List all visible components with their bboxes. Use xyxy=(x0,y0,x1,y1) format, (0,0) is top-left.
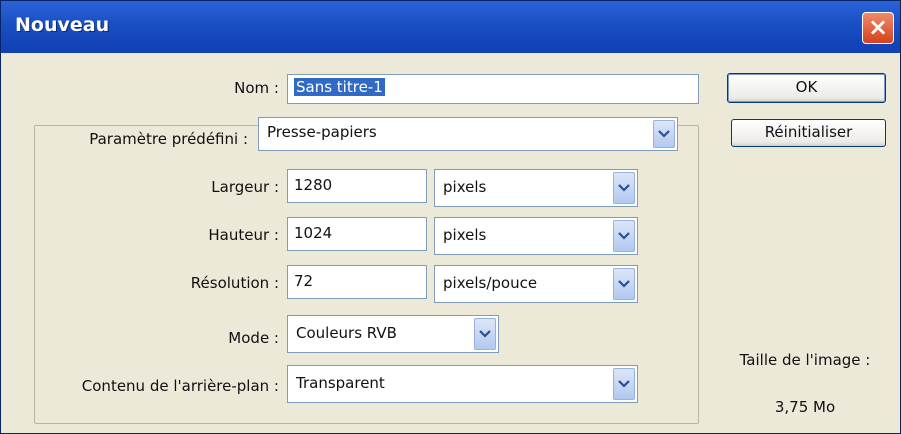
height-unit-value: pixels xyxy=(443,226,487,244)
background-value: Transparent xyxy=(296,374,385,392)
resolution-unit-value: pixels/pouce xyxy=(443,274,538,292)
name-input[interactable]: Sans titre-1 xyxy=(287,74,699,104)
ok-button-label: OK xyxy=(795,78,818,96)
resolution-label: Résolution : xyxy=(190,274,279,292)
chevron-down-icon[interactable] xyxy=(474,318,496,350)
reset-button-label: Réinitialiser xyxy=(764,123,853,141)
name-value: Sans titre-1 xyxy=(294,78,385,96)
name-label: Nom : xyxy=(234,79,279,97)
width-input[interactable]: 1280 xyxy=(287,169,427,203)
resolution-input[interactable]: 72 xyxy=(287,265,427,299)
height-input[interactable]: 1024 xyxy=(287,217,427,251)
height-unit-select[interactable]: pixels xyxy=(434,217,638,255)
dialog-title: Nouveau xyxy=(15,14,110,36)
preset-label: Paramètre prédéfini : xyxy=(65,130,251,148)
width-label: Largeur : xyxy=(211,178,279,196)
dialog-body: Nom : Sans titre-1 Paramètre prédéfini :… xyxy=(1,53,900,433)
chevron-down-icon[interactable] xyxy=(613,268,635,300)
mode-label: Mode : xyxy=(228,329,279,347)
reset-button[interactable]: Réinitialiser xyxy=(731,119,886,147)
background-select[interactable]: Transparent xyxy=(287,365,638,403)
title-bar[interactable]: Nouveau × xyxy=(1,1,900,53)
height-label: Hauteur : xyxy=(208,226,279,244)
chevron-down-icon[interactable] xyxy=(613,172,635,204)
height-value: 1024 xyxy=(294,224,333,242)
ok-button[interactable]: OK xyxy=(727,73,886,103)
new-document-dialog: Nouveau × Nom : Sans titre-1 Paramètre p… xyxy=(0,0,901,434)
mode-value: Couleurs RVB xyxy=(296,324,397,342)
width-unit-value: pixels xyxy=(443,178,487,196)
resolution-value: 72 xyxy=(294,272,314,290)
image-size-label: Taille de l'image : xyxy=(739,351,871,369)
mode-select[interactable]: Couleurs RVB xyxy=(287,315,499,353)
chevron-down-icon[interactable] xyxy=(613,220,635,252)
background-label: Contenu de l'arrière-plan : xyxy=(81,377,279,395)
width-value: 1280 xyxy=(294,176,333,194)
width-unit-select[interactable]: pixels xyxy=(434,169,638,207)
image-size-value: 3,75 Mo xyxy=(774,398,836,416)
close-button[interactable]: × xyxy=(862,12,894,44)
preset-select[interactable]: Presse-papiers xyxy=(258,117,678,151)
preset-value: Presse-papiers xyxy=(267,123,377,141)
chevron-down-icon[interactable] xyxy=(653,120,675,148)
close-icon: × xyxy=(867,13,889,41)
chevron-down-icon[interactable] xyxy=(613,368,635,400)
resolution-unit-select[interactable]: pixels/pouce xyxy=(434,265,638,303)
